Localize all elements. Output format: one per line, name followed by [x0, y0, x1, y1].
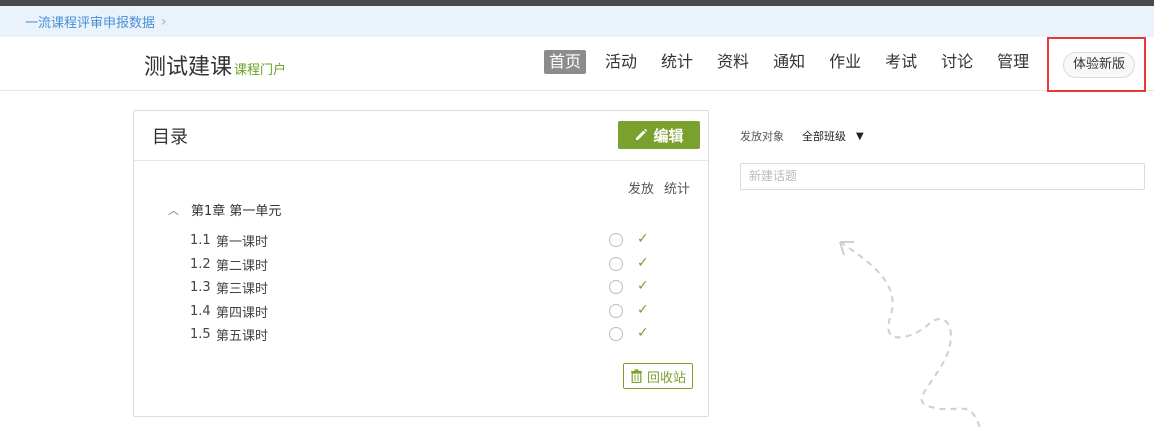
nav-activities[interactable]: 活动 — [600, 50, 642, 74]
check-icon: ✓ — [637, 231, 649, 247]
check-icon: ✓ — [637, 278, 649, 294]
class-select-value: 全部班级 — [802, 130, 846, 143]
recycle-bin-button[interactable]: 回收站 — [623, 363, 693, 389]
nav-home[interactable]: 首页 — [544, 50, 587, 74]
check-icon: ✓ — [637, 254, 649, 271]
chapter-row[interactable]: ︿ 第1章 第一单元 — [168, 200, 282, 220]
lesson-number: 1.1 — [190, 233, 211, 249]
list-item[interactable]: 1.5 第五课时 ✓ — [190, 323, 700, 347]
catalog-header: 目录 编辑 — [134, 111, 708, 161]
col-stats-header: 统计 — [664, 182, 691, 197]
course-title-text: 测试建课 — [144, 55, 233, 80]
lesson-list: 1.1 第一课时 ✓ 1.2 第二课时 ✓ 1.3 第三课时 ✓ 1.4 第四课… — [190, 229, 700, 347]
lesson-title: 第三课时 — [216, 282, 269, 298]
lesson-number: 1.5 — [190, 327, 211, 343]
list-item[interactable]: 1.2 第二课时 ✓ — [190, 253, 700, 277]
catalog-panel: 目录 编辑 发放 统计 ︿ 第1章 第一单元 1.1 第一课时 ✓ 1.2 第二… — [133, 110, 709, 417]
list-item[interactable]: 1.4 第四课时 ✓ — [190, 300, 700, 324]
trash-icon — [630, 369, 642, 383]
edit-button[interactable]: 编辑 — [618, 121, 700, 149]
chevron-down-icon: ▼ — [856, 130, 864, 142]
recycle-bin-label: 回收站 — [646, 370, 686, 386]
breadcrumb-link[interactable]: 一流课程评审申报数据 — [25, 12, 155, 31]
new-topic-input[interactable]: 新建话题 — [740, 163, 1145, 190]
publish-radio[interactable] — [609, 303, 623, 318]
nav-notices[interactable]: 通知 — [768, 50, 810, 74]
lesson-number: 1.3 — [190, 280, 211, 296]
lesson-title: 第二课时 — [216, 258, 269, 274]
publish-target-label: 发放对象 — [740, 130, 784, 143]
publish-target-row: 发放对象 全部班级 ▼ — [740, 128, 864, 144]
pencil-icon — [636, 128, 648, 140]
check-icon: ✓ — [637, 325, 649, 341]
nav-manage[interactable]: 管理 — [992, 50, 1034, 74]
breadcrumb: 一流课程评审申报数据 › — [0, 6, 1154, 37]
column-headers: 发放 统计 — [628, 178, 700, 197]
list-item[interactable]: 1.1 第一课时 ✓ — [190, 229, 700, 253]
col-publish-header: 发放 — [628, 182, 655, 197]
publish-radio[interactable] — [609, 327, 623, 341]
chapter-label: 第1章 第一单元 — [191, 204, 282, 219]
publish-radio[interactable] — [609, 280, 623, 294]
check-icon: ✓ — [637, 301, 649, 318]
list-item[interactable]: 1.3 第三课时 ✓ — [190, 276, 700, 300]
class-select[interactable]: 全部班级 ▼ — [802, 128, 864, 144]
nav-materials[interactable]: 资料 — [712, 50, 754, 74]
edit-button-label: 编辑 — [653, 126, 684, 145]
nav-exams[interactable]: 考试 — [880, 50, 922, 74]
publish-radio[interactable] — [609, 256, 623, 271]
chevron-up-icon[interactable]: ︿ — [168, 202, 179, 218]
try-new-version-button[interactable]: 体验新版 — [1063, 52, 1135, 78]
main-nav: 首页 活动 统计 资料 通知 作业 考试 讨论 管理 — [544, 50, 1048, 74]
lesson-title: 第四课时 — [216, 305, 269, 321]
nav-discussion[interactable]: 讨论 — [936, 50, 978, 74]
course-subtitle: 课程门户 — [234, 63, 287, 78]
breadcrumb-separator-icon: › — [161, 13, 167, 30]
lesson-title: 第一课时 — [216, 235, 269, 251]
nav-statistics[interactable]: 统计 — [656, 50, 698, 74]
lesson-title: 第五课时 — [216, 329, 269, 345]
nav-homework[interactable]: 作业 — [824, 50, 866, 74]
lesson-number: 1.2 — [190, 256, 211, 272]
dashed-arrow-doodle — [839, 241, 981, 429]
course-header: 测试建课 课程门户 首页 活动 统计 资料 通知 作业 考试 讨论 管理 体验新版 — [0, 37, 1154, 92]
course-title: 测试建课 课程门户 — [144, 49, 286, 81]
lesson-number: 1.4 — [190, 303, 211, 319]
catalog-title: 目录 — [152, 127, 188, 148]
publish-radio[interactable] — [609, 233, 623, 247]
